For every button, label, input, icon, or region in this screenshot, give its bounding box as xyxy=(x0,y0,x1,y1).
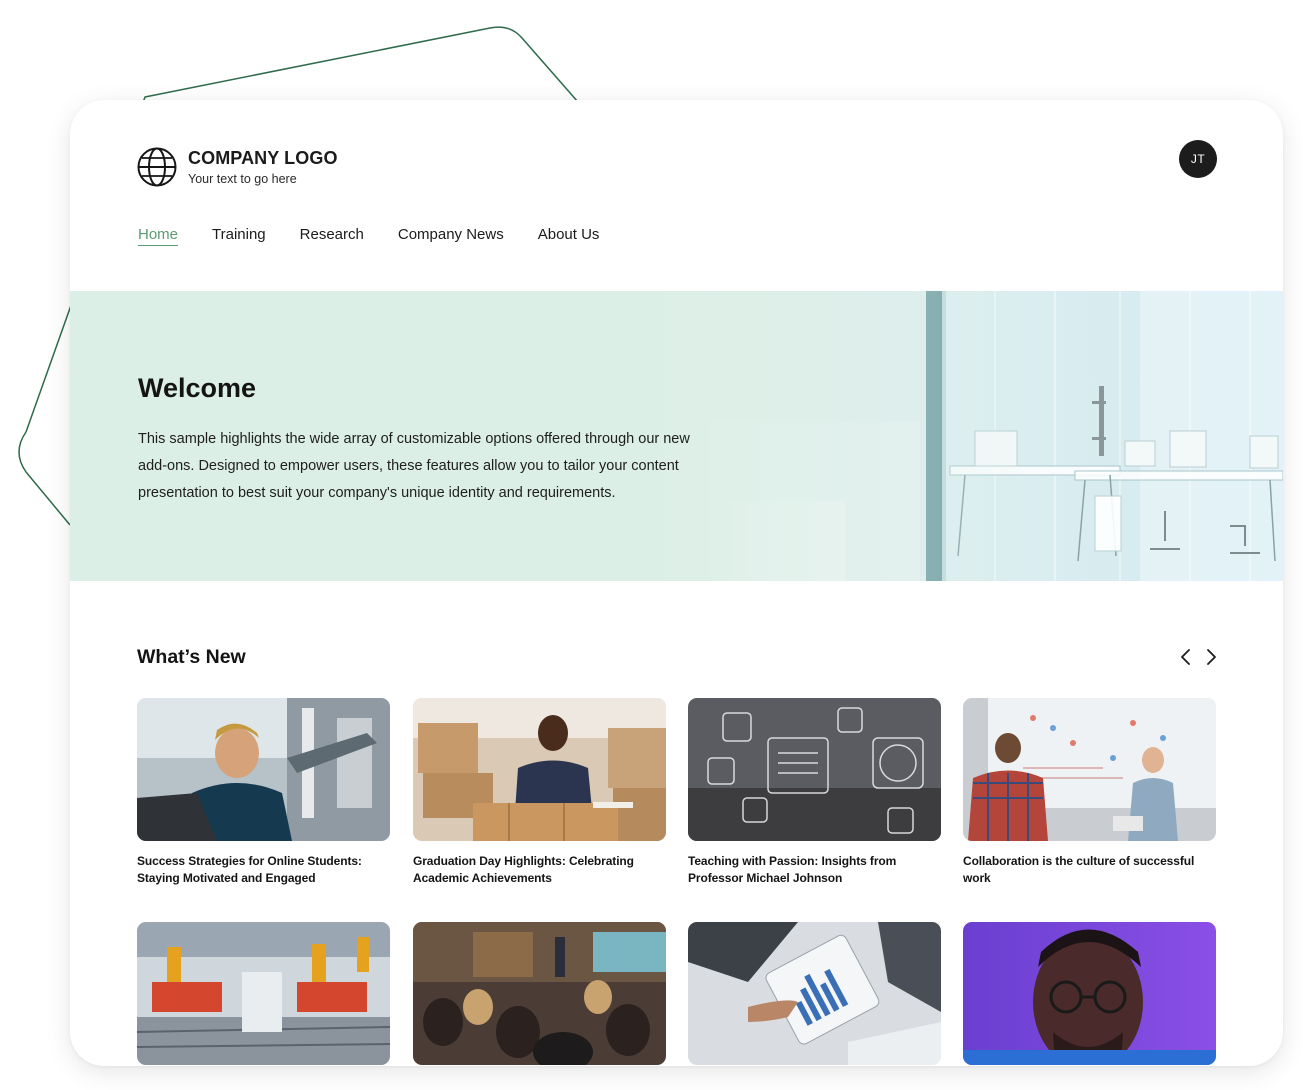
hero-banner: Welcome This sample highlights the wide … xyxy=(70,291,1283,581)
chevron-left-icon xyxy=(1181,649,1190,665)
nav-item-company-news[interactable]: Company News xyxy=(398,226,504,246)
app-window: COMPANY LOGO Your text to go here JT Hom… xyxy=(70,100,1283,1066)
carousel-prev-button[interactable] xyxy=(1177,647,1195,667)
engineer-with-laptop-photo xyxy=(137,698,390,841)
nav-item-research[interactable]: Research xyxy=(300,226,364,246)
whiteboard-meeting-photo xyxy=(963,698,1216,841)
nav-item-about-us[interactable]: About Us xyxy=(538,226,600,246)
whats-new-title: What’s New xyxy=(137,646,246,668)
globe-icon xyxy=(137,147,177,187)
man-with-glasses-photo xyxy=(963,922,1216,1065)
news-card-image-1[interactable] xyxy=(137,698,390,841)
news-card-image-5[interactable] xyxy=(137,922,390,1065)
e-learning-icons-photo xyxy=(688,698,941,841)
hero-description: This sample highlights the wide array of… xyxy=(138,431,690,501)
robotic-assembly-line-photo xyxy=(137,922,390,1065)
lecture-audience-photo xyxy=(413,922,666,1065)
user-avatar[interactable]: JT xyxy=(1179,140,1217,178)
chevron-right-icon xyxy=(1207,649,1216,665)
news-card-caption-1[interactable]: Success Strategies for Online Students: … xyxy=(137,853,392,887)
news-card-caption-3[interactable]: Teaching with Passion: Insights from Pro… xyxy=(688,853,943,887)
nav-item-home[interactable]: Home xyxy=(138,226,179,246)
news-card-caption-2[interactable]: Graduation Day Highlights: Celebrating A… xyxy=(413,853,668,887)
tablet-analytics-photo xyxy=(688,922,941,1065)
news-card-image-7[interactable] xyxy=(688,922,941,1065)
hero-title: Welcome xyxy=(138,373,257,403)
news-card-image-8[interactable] xyxy=(963,922,1216,1065)
company-name: COMPANY LOGO xyxy=(188,148,338,168)
main-nav: Home Training Research Company News Abou… xyxy=(138,226,633,246)
warehouse-worker-photo xyxy=(413,698,666,841)
news-card-image-3[interactable] xyxy=(688,698,941,841)
company-tagline: Your text to go here xyxy=(188,172,297,186)
company-logo[interactable]: COMPANY LOGO Your text to go here xyxy=(137,147,338,187)
news-card-image-4[interactable] xyxy=(963,698,1216,841)
news-card-image-6[interactable] xyxy=(413,922,666,1065)
news-card-caption-4[interactable]: Collaboration is the culture of successf… xyxy=(963,853,1218,887)
news-card-image-2[interactable] xyxy=(413,698,666,841)
nav-item-training[interactable]: Training xyxy=(212,226,266,246)
carousel-next-button[interactable] xyxy=(1202,647,1220,667)
